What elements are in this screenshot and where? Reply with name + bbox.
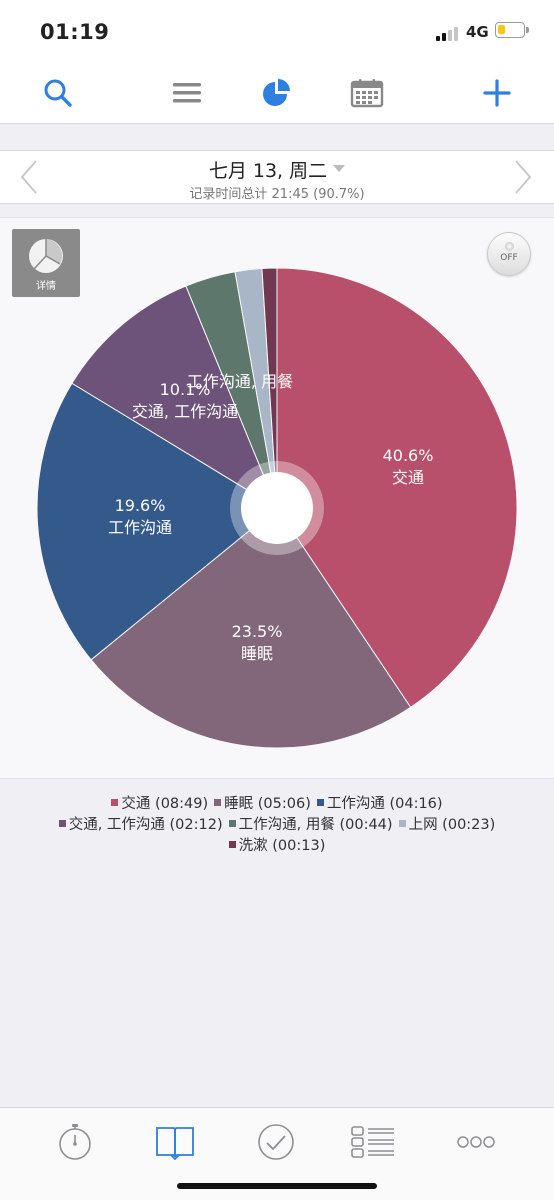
pie-label-name: 睡眠 [241, 644, 273, 663]
plus-icon [483, 79, 511, 107]
battery-icon [495, 22, 529, 38]
legend-label: 工作沟通, 用餐 (00:44) [238, 817, 393, 833]
chart-legend: 交通 (08:49) 睡眠 (05:06) 工作沟通 (04:16) 交通, 工作沟通… [0, 792, 554, 855]
legend-item: 睡眠 (05:06) [214, 792, 311, 813]
status-time: 01:19 [40, 20, 110, 44]
add-button[interactable] [467, 64, 527, 122]
signal-icon [436, 25, 462, 41]
legend-item: 工作沟通 (04:16) [316, 792, 443, 813]
legend-item: 洗漱 (00:13) [228, 834, 326, 855]
pie-label-percent: 40.6% [383, 446, 434, 465]
pie-label-name: 交通 [392, 468, 424, 487]
off-label: OFF [500, 253, 518, 263]
legend-swatch [398, 820, 406, 827]
chart-view-button[interactable] [247, 64, 307, 122]
legend-label: 工作沟通 (04:16) [326, 796, 443, 812]
calendar-button[interactable] [337, 64, 397, 122]
off-toggle[interactable]: OFF [487, 232, 531, 276]
more-icon [457, 1136, 495, 1148]
detail-button[interactable]: 详情 [12, 229, 80, 297]
legend-swatch [316, 799, 324, 806]
legend-swatch [228, 820, 236, 827]
pie-center-hole [241, 472, 313, 544]
tab-timer[interactable] [45, 1122, 105, 1162]
legend-label: 洗漱 (00:13) [238, 838, 326, 854]
detail-label: 详情 [36, 281, 56, 292]
pie-chart: 40.6%交通23.5%睡眠19.6%工作沟通10.1%交通, 工作沟通工作沟通… [36, 267, 518, 749]
tab-goals[interactable] [246, 1122, 306, 1162]
legend-item: 上网 (00:23) [398, 813, 496, 834]
top-toolbar [0, 64, 554, 124]
menu-icon [173, 83, 201, 103]
tab-more[interactable] [446, 1122, 506, 1162]
legend-row: 交通 (08:49) 睡眠 (05:06) 工作沟通 (04:16) [0, 792, 554, 813]
tab-log[interactable] [145, 1122, 205, 1162]
date-title-row[interactable]: 七月 13, 周二 [0, 156, 554, 183]
chevron-right-icon[interactable] [508, 157, 538, 197]
pie-label-name: 工作沟通 [108, 518, 172, 537]
menu-button[interactable] [157, 64, 217, 122]
legend-swatch [214, 799, 222, 806]
tab-categories[interactable] [343, 1122, 403, 1162]
check-circle-icon [258, 1124, 294, 1160]
pie-label-name: 交通, 工作沟通 [132, 402, 238, 421]
home-indicator [177, 1183, 377, 1189]
list-icon [351, 1126, 394, 1158]
status-bar: 01:19 4G [0, 0, 554, 64]
toggle-indicator-icon [505, 242, 514, 251]
calendar-icon [350, 79, 384, 108]
legend-label: 交通, 工作沟通 (02:12) [68, 817, 223, 833]
legend-label: 上网 (00:23) [408, 817, 496, 833]
legend-item: 交通, 工作沟通 (02:12) [58, 813, 223, 834]
pie-label-name: 工作沟通, 用餐 [187, 372, 293, 391]
legend-row: 交通, 工作沟通 (02:12) 工作沟通, 用餐 (00:44) 上网 (00:2… [0, 813, 554, 834]
book-icon [156, 1127, 194, 1160]
stopwatch-icon [59, 1124, 91, 1160]
date-header: 七月 13, 周二 记录时间总计 21:45 (90.7%) [0, 150, 554, 204]
date-title: 七月 13, 周二 [208, 160, 328, 182]
legend-row: 洗漱 (00:13) [0, 834, 554, 855]
pie-chart-icon [263, 79, 290, 106]
date-summary: 记录时间总计 21:45 (90.7%) [189, 187, 365, 202]
search-icon [44, 79, 72, 107]
search-button[interactable] [28, 64, 88, 122]
legend-label: 交通 (08:49) [121, 796, 209, 812]
legend-swatch [111, 799, 119, 806]
legend-swatch [228, 841, 236, 848]
pie-chart-icon [29, 239, 63, 273]
pie-label-percent: 19.6% [115, 496, 166, 515]
legend-swatch [58, 820, 66, 827]
legend-label: 睡眠 (05:06) [224, 796, 311, 812]
legend-item: 交通 (08:49) [111, 792, 208, 813]
network-type: 4G [466, 23, 489, 41]
caret-down-icon [333, 165, 346, 172]
legend-item: 工作沟通, 用餐 (00:44) [228, 813, 393, 834]
pie-label-percent: 23.5% [232, 622, 283, 641]
